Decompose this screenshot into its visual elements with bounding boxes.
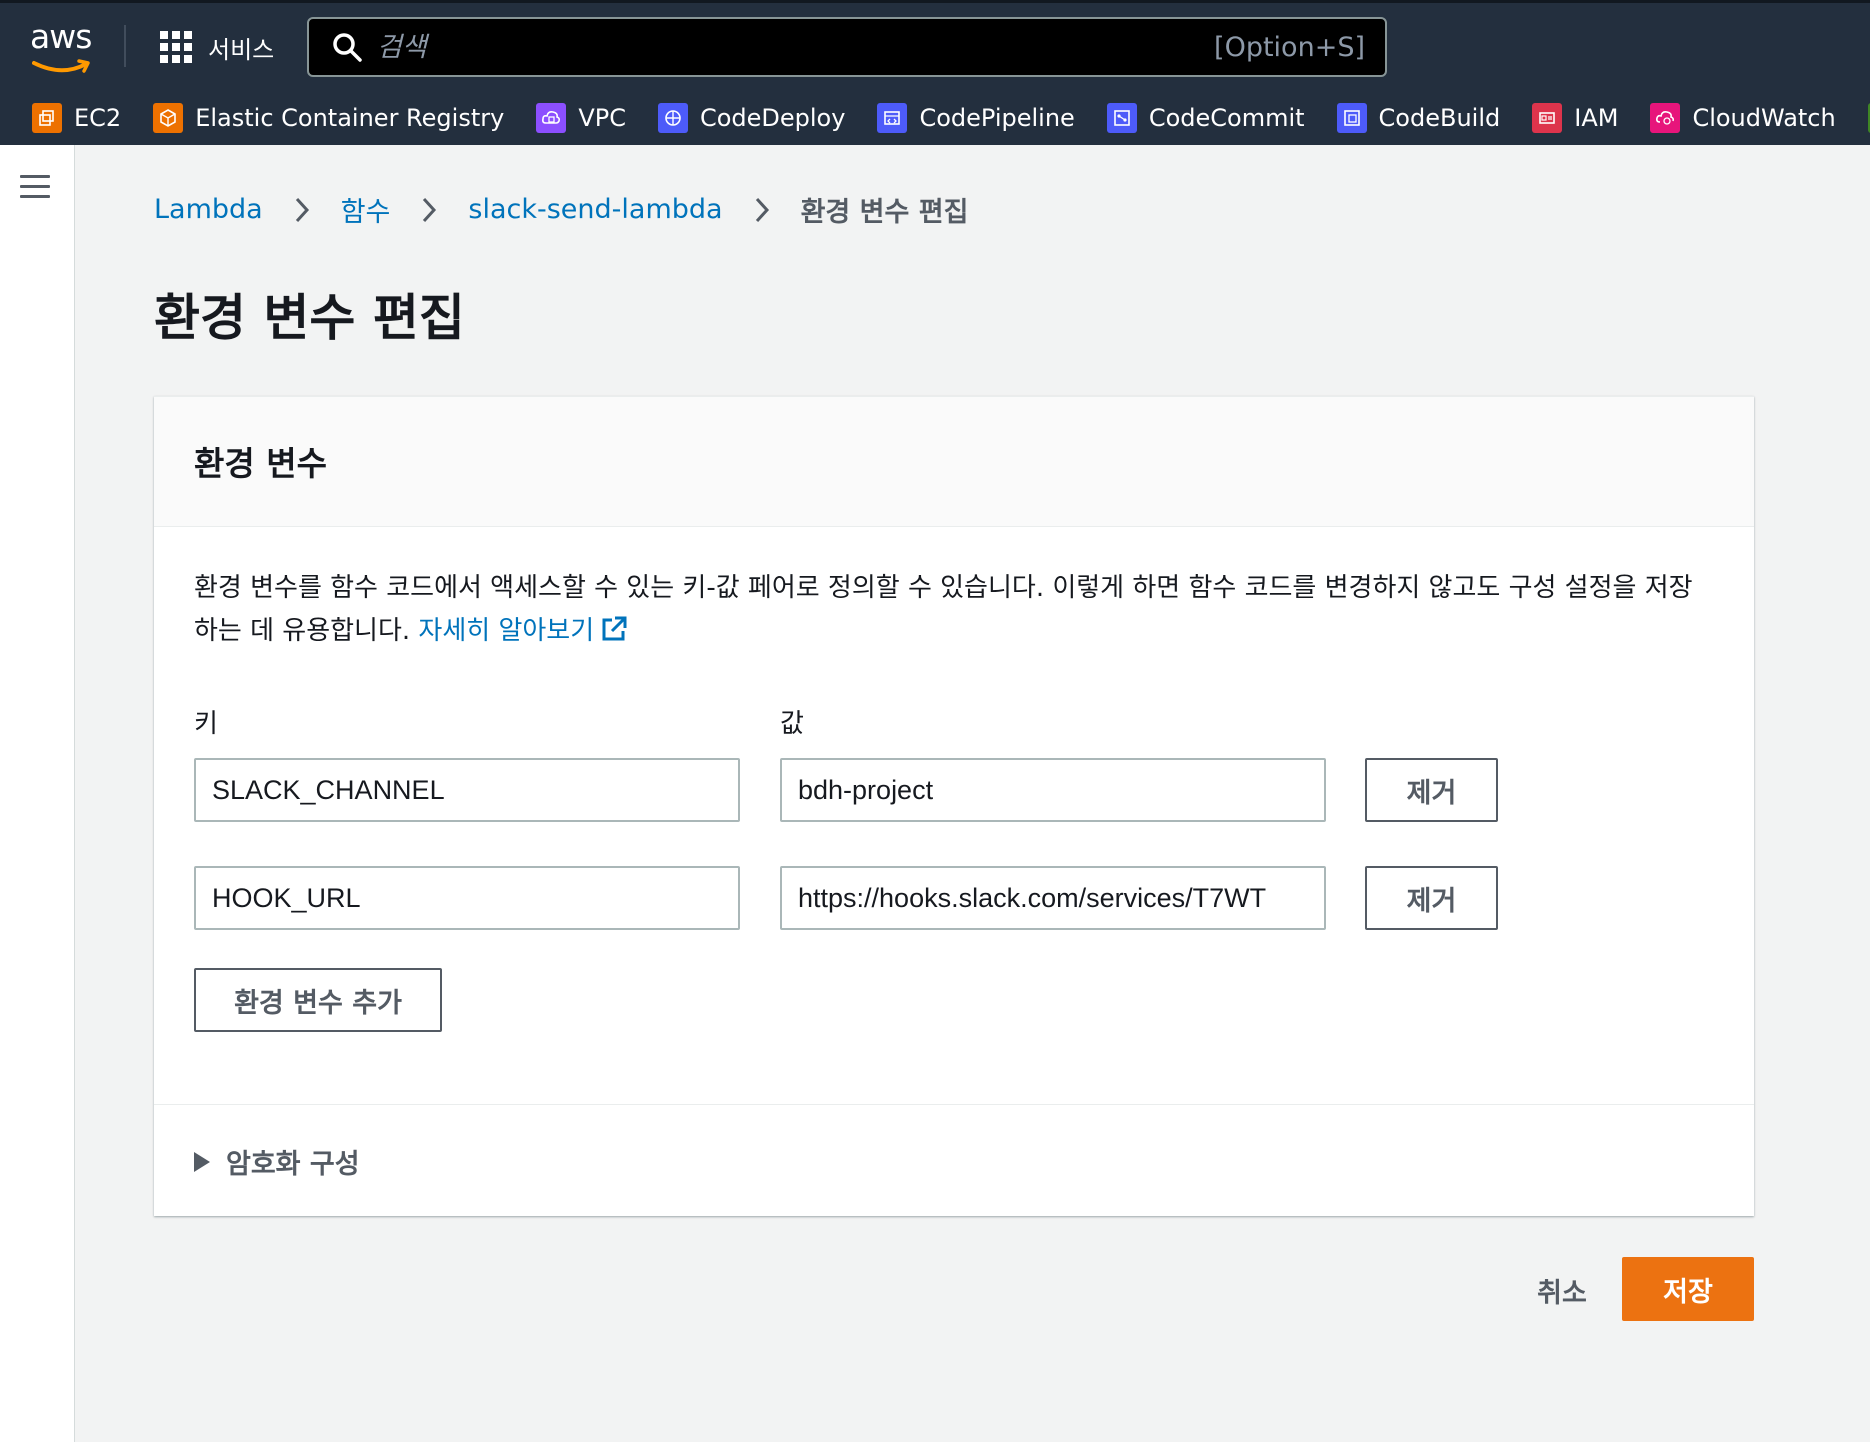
- favorite-iam[interactable]: IAM: [1532, 103, 1618, 133]
- cancel-button[interactable]: 취소: [1522, 1258, 1602, 1322]
- services-label: 서비스: [208, 35, 275, 64]
- breadcrumb-function-name[interactable]: slack-send-lambda: [468, 194, 722, 225]
- search-input[interactable]: [377, 31, 1215, 63]
- breadcrumb-lambda[interactable]: Lambda: [154, 194, 263, 225]
- favorite-codepipeline[interactable]: CodePipeline: [877, 103, 1075, 133]
- learn-more-link[interactable]: 자세히 알아보기: [418, 616, 628, 646]
- encryption-config-expander[interactable]: 암호화 구성: [194, 1142, 360, 1181]
- codedeploy-icon: [657, 103, 688, 133]
- panel-header: 환경 변수: [154, 397, 1754, 527]
- remove-variable-button[interactable]: 제거: [1365, 866, 1498, 930]
- favorite-codebuild[interactable]: CodeBuild: [1336, 103, 1500, 133]
- top-navigation: aws 서비스 [Option+S] EC2 Elastic Container…: [0, 0, 1870, 145]
- env-key-input[interactable]: [194, 758, 740, 822]
- favorite-cloudwatch[interactable]: CloudWatch: [1650, 103, 1836, 133]
- breadcrumb: Lambda 함수 slack-send-lambda 환경 변수 편집: [154, 190, 968, 229]
- env-key-input[interactable]: [194, 866, 740, 930]
- add-environment-variable-button[interactable]: 환경 변수 추가: [194, 968, 442, 1032]
- caret-right-icon: [194, 1151, 210, 1172]
- ec2-icon: [32, 103, 62, 133]
- favorite-codecommit[interactable]: CodeCommit: [1106, 103, 1305, 133]
- environment-variables-panel: 환경 변수 환경 변수를 함수 코드에서 액세스할 수 있는 키-값 페어로 정…: [154, 396, 1754, 1216]
- favorites-bar: EC2 Elastic Container Registry VPC CodeD…: [0, 96, 1870, 140]
- vpc-icon: [536, 103, 567, 133]
- breadcrumb-current: 환경 변수 편집: [800, 197, 969, 228]
- header-divider: [124, 25, 126, 67]
- page-title: 환경 변수 편집: [154, 289, 465, 347]
- chevron-right-icon: [755, 197, 769, 222]
- remove-variable-button[interactable]: 제거: [1365, 758, 1498, 822]
- chevron-right-icon: [295, 197, 309, 222]
- search-icon: [333, 33, 362, 62]
- search-box[interactable]: [Option+S]: [307, 17, 1387, 77]
- services-menu-button[interactable]: 서비스: [160, 25, 274, 69]
- ecr-icon: [153, 103, 184, 133]
- iam-icon: [1532, 103, 1563, 133]
- aws-smile-icon: [32, 59, 90, 73]
- codepipeline-icon: [877, 103, 908, 133]
- save-button[interactable]: 저장: [1622, 1257, 1754, 1321]
- favorite-ec2[interactable]: EC2: [32, 103, 121, 133]
- breadcrumb-functions[interactable]: 함수: [341, 190, 391, 229]
- external-link-icon: [602, 616, 627, 641]
- codecommit-icon: [1106, 103, 1137, 133]
- panel-description: 환경 변수를 함수 코드에서 액세스할 수 있는 키-값 페어로 정의할 수 있…: [194, 573, 1693, 646]
- env-value-input[interactable]: [780, 866, 1326, 930]
- services-grid-icon: [160, 31, 192, 63]
- search-shortcut-hint: [Option+S]: [1214, 31, 1365, 63]
- favorite-vpc[interactable]: VPC: [536, 103, 626, 133]
- value-column-label: 값: [780, 709, 804, 739]
- key-column-label: 키: [194, 709, 218, 739]
- favorite-ecr[interactable]: Elastic Container Registry: [153, 103, 504, 133]
- menu-icon[interactable]: [20, 175, 50, 199]
- cloudwatch-icon: [1650, 103, 1681, 133]
- side-navigation-rail: [0, 145, 75, 1442]
- panel-title: 환경 변수: [194, 444, 327, 483]
- chevron-right-icon: [423, 197, 437, 222]
- panel-divider: [154, 1104, 1754, 1105]
- favorite-codedeploy[interactable]: CodeDeploy: [657, 103, 845, 133]
- aws-logo[interactable]: aws: [28, 17, 96, 73]
- codebuild-icon: [1336, 103, 1367, 133]
- env-value-input[interactable]: [780, 758, 1326, 822]
